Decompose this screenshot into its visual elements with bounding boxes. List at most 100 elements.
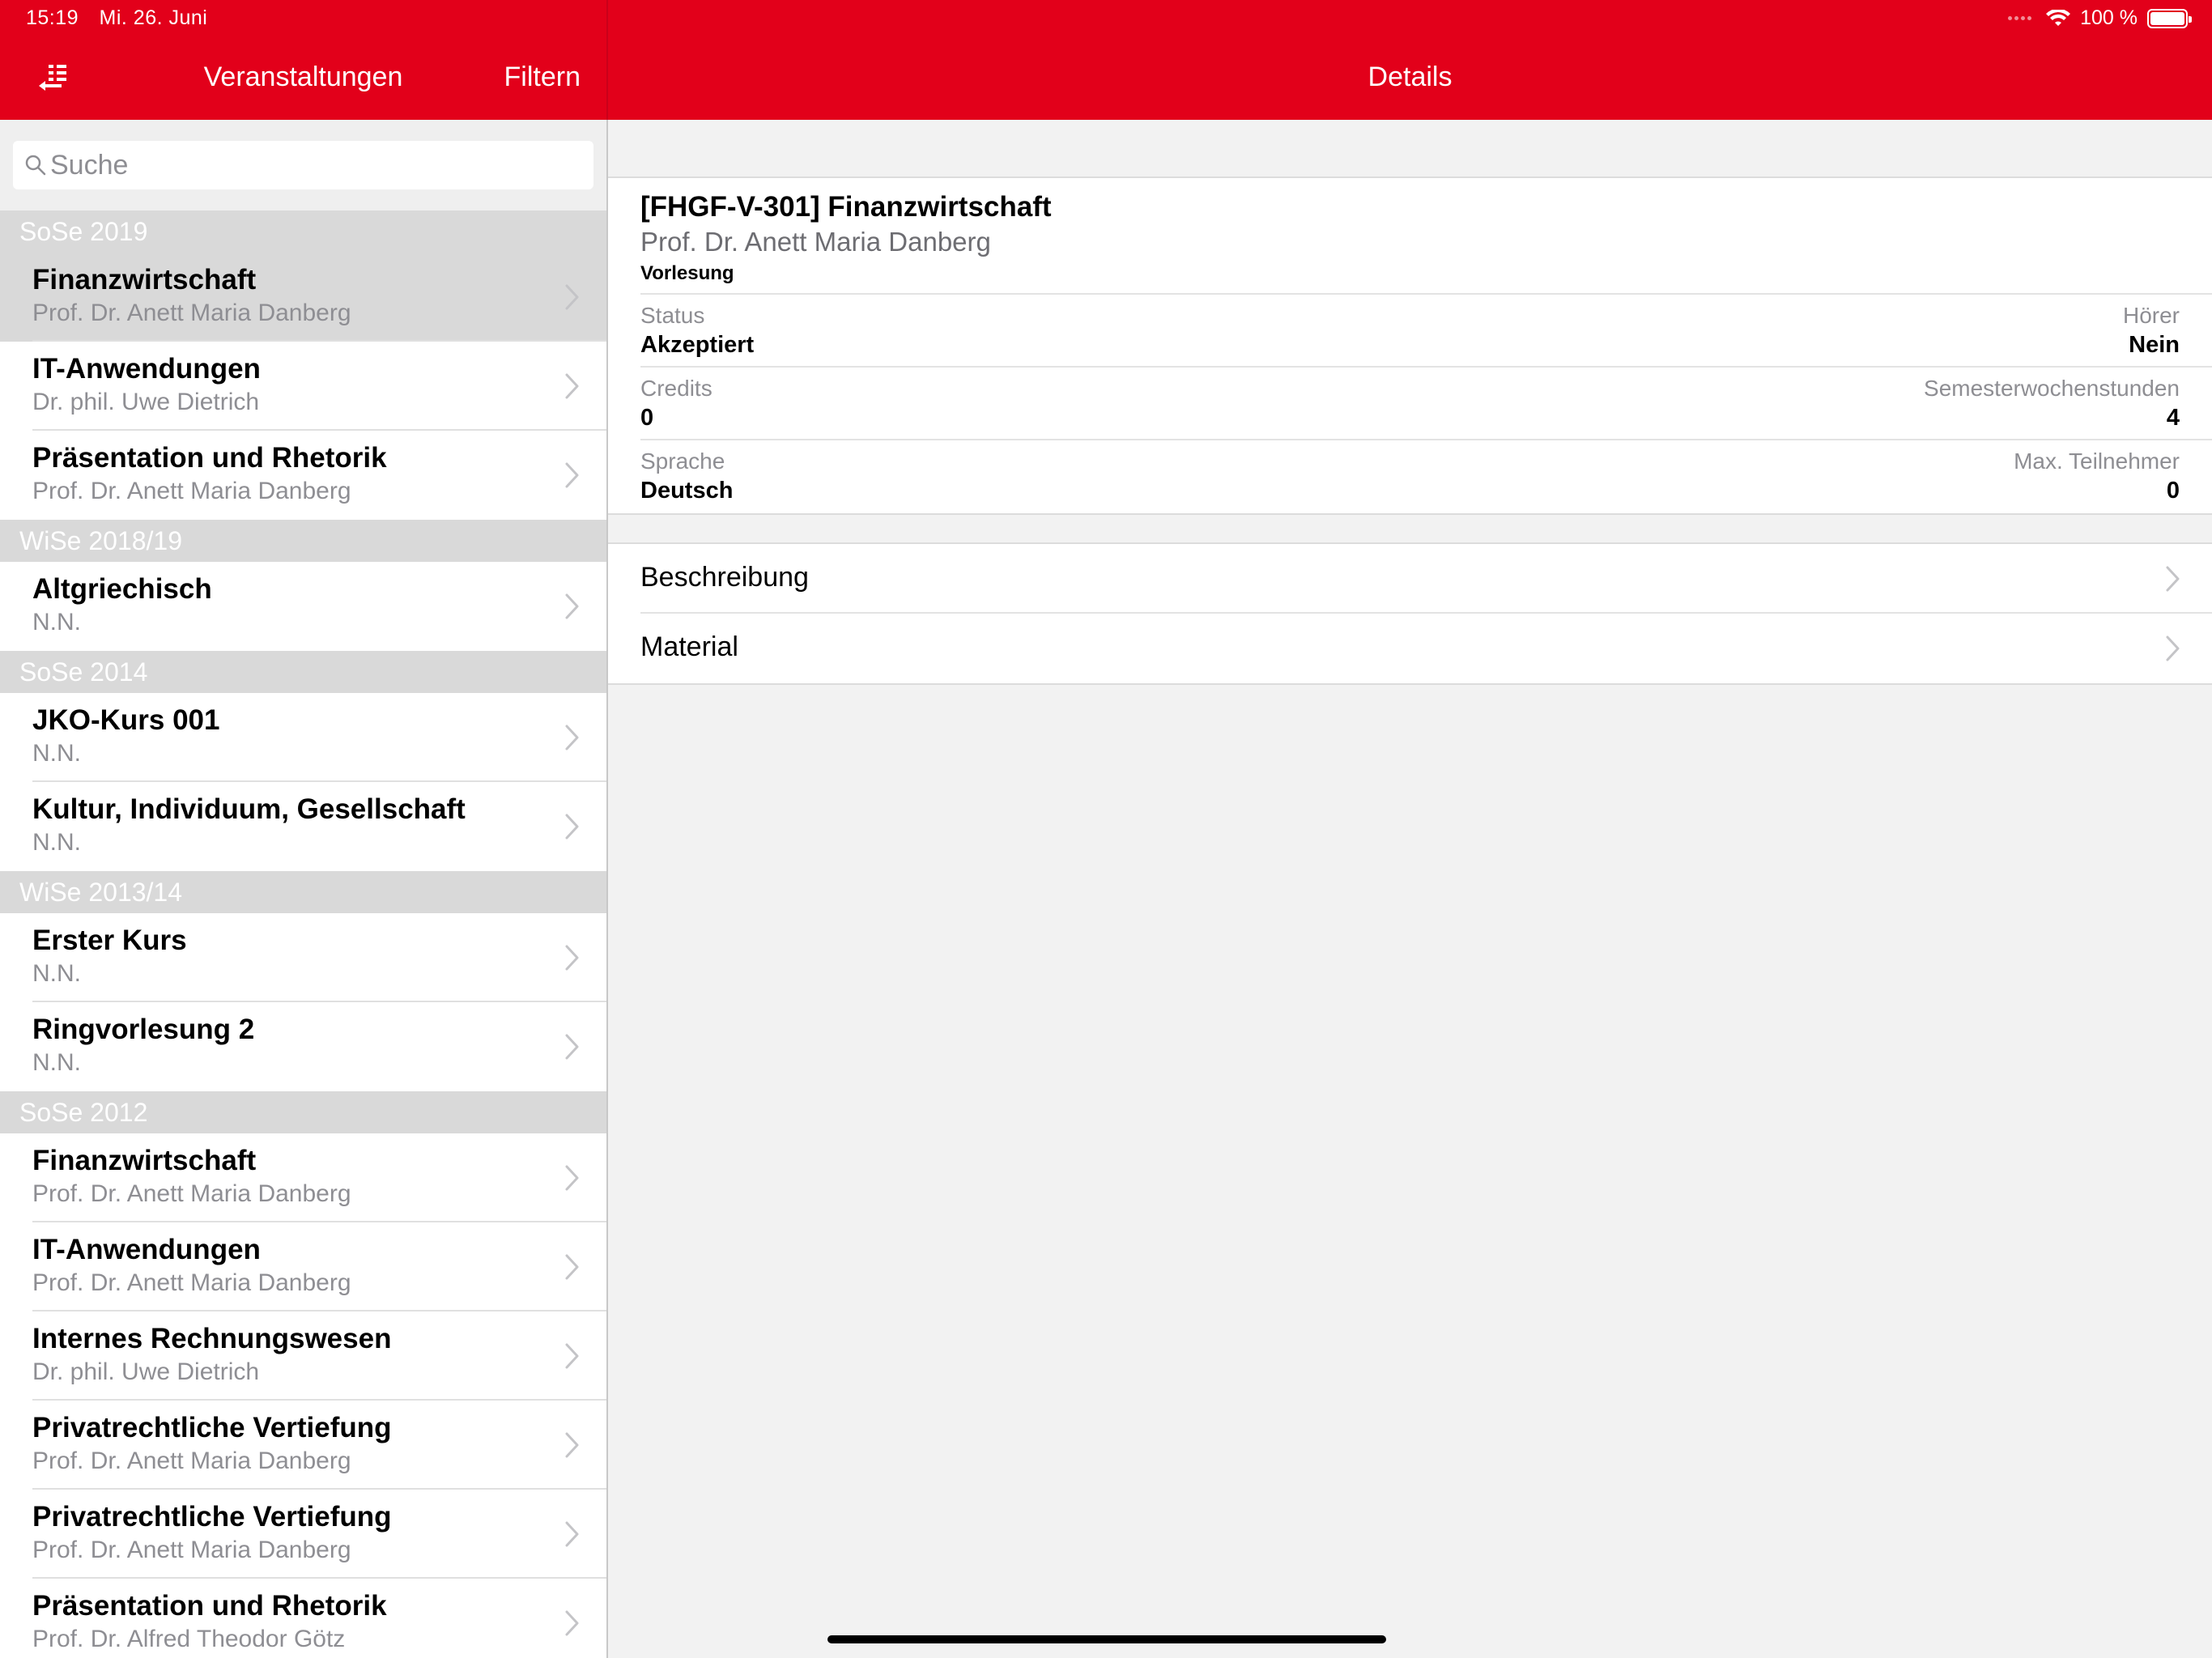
course-list-item[interactable]: Finanzwirtschaft Prof. Dr. Anett Maria Da… [0,1133,606,1222]
chevron-right-icon [564,1164,581,1192]
course-item-title: Privatrechtliche Vertiefung [32,1501,392,1533]
wifi-icon [2046,9,2071,26]
search-input[interactable] [50,149,576,181]
list-back-icon[interactable] [36,62,73,94]
status-bar-left: 15:19 Mi. 26. Juni [26,6,222,30]
chevron-right-icon [564,1253,581,1281]
chevron-right-icon [564,372,581,400]
course-lecturer: Prof. Dr. Anett Maria Danberg [640,227,991,257]
course-list-item[interactable]: Erster Kurs N.N. [0,913,606,1002]
chevron-right-icon [564,593,581,620]
course-list-item[interactable]: IT-Anwendungen Prof. Dr. Anett Maria Danb… [0,1222,606,1312]
field-value: Nein [2129,332,2180,358]
chevron-right-icon [564,1431,581,1459]
course-list-item[interactable]: Internes Rechnungswesen Dr. phil. Uwe Die… [0,1312,606,1401]
field-label: Hörer [2122,303,2180,328]
detail-field-right: Semesterwochenstunden 4 [1924,376,2180,432]
course-list-item[interactable]: Ringvorlesung 2 N.N. [0,1002,606,1091]
field-value: Akzeptiert [640,332,755,358]
multitasking-dots-icon [2008,16,2032,20]
battery-percentage: 100 % [2080,6,2138,29]
chevron-right-icon [2165,635,2181,662]
detail-field-row: Status Akzeptiert Hörer Nein [640,295,2212,368]
status-time: 15:19 [26,6,79,29]
course-item-lecturer: Prof. Dr. Anett Maria Danberg [32,300,351,326]
course-item-title: IT-Anwendungen [32,1234,261,1265]
link-label: Beschreibung [640,562,809,593]
detail-title: Details [1368,62,1453,92]
course-item-title: IT-Anwendungen [32,353,261,385]
section-header: SoSe 2019 [0,210,606,253]
course-item-lecturer: Prof. Dr. Anett Maria Danberg [32,1537,351,1563]
chevron-right-icon [564,1609,581,1637]
course-item-lecturer: Prof. Dr. Anett Maria Danberg [32,1269,351,1296]
detail-field-row: Credits 0 Semesterwochenstunden 4 [640,368,2212,440]
course-list-item[interactable]: Präsentation und Rhetorik Prof. Dr. Alfre… [0,1579,606,1658]
course-item-title: Internes Rechnungswesen [32,1323,392,1354]
detail-link-material[interactable]: Material [640,614,2212,683]
course-item-lecturer: N.N. [32,740,81,767]
chevron-right-icon [564,813,581,840]
search-box[interactable] [13,141,593,189]
home-indicator[interactable] [827,1635,1386,1643]
detail-field-right: Hörer Nein [2123,303,2180,359]
chevron-right-icon [564,1342,581,1370]
course-item-title: Erster Kurs [32,925,187,956]
field-label: Credits [640,376,713,401]
course-list-item[interactable]: JKO-Kurs 001 N.N. [0,693,606,782]
field-label: Sprache [640,449,725,474]
detail-field-left: Status Akzeptiert [640,303,754,359]
chevron-right-icon [564,283,581,311]
course-list-pane: SoSe 2019 Finanzwirtschaft Prof. Dr. Anett… [0,120,606,1658]
field-value: 0 [640,405,654,431]
course-item-lecturer: N.N. [32,609,81,636]
course-title: [FHGF-V-301] Finanzwirtschaft [640,191,1052,223]
course-detail-card: [FHGF-V-301] Finanzwirtschaft Prof. Dr. … [608,176,2212,515]
chevron-right-icon [564,944,581,971]
course-list: SoSe 2019 Finanzwirtschaft Prof. Dr. Anett… [0,210,606,1658]
left-navigation-bar: Veranstaltungen Filtern [0,40,606,120]
course-item-title: Präsentation und Rhetorik [32,1590,387,1622]
course-list-item[interactable]: Finanzwirtschaft Prof. Dr. Anett Maria Da… [0,253,606,342]
chevron-right-icon [2165,565,2181,593]
filter-button[interactable]: Filtern [504,62,581,93]
field-label: Semesterwochenstunden [1924,376,2180,401]
course-item-lecturer: Dr. phil. Uwe Dietrich [32,389,260,415]
course-list-item[interactable]: IT-Anwendungen Dr. phil. Uwe Dietrich [0,342,606,431]
detail-field-left: Sprache Deutsch [640,449,733,504]
course-item-title: Finanzwirtschaft [32,264,257,295]
search-icon [25,155,46,176]
course-item-title: Kultur, Individuum, Gesellschaft [32,793,466,825]
course-list-item[interactable]: Präsentation und Rhetorik Prof. Dr. Anett… [0,431,606,520]
section-header: SoSe 2012 [0,1091,606,1133]
course-list-item[interactable]: Privatrechtliche Vertiefung Prof. Dr. Ane… [0,1401,606,1490]
course-list-item[interactable]: Kultur, Individuum, Gesellschaft N.N. [0,782,606,871]
detail-field-right: Max. Teilnehmer 0 [2014,449,2180,504]
course-item-lecturer: Prof. Dr. Anett Maria Danberg [32,1448,351,1474]
field-label: Status [640,303,705,328]
field-value: 4 [2166,405,2180,431]
course-item-lecturer: N.N. [32,1049,81,1076]
link-label: Material [640,631,738,662]
course-item-title: Finanzwirtschaft [32,1145,257,1176]
course-item-lecturer: N.N. [32,829,81,856]
field-label: Max. Teilnehmer [2014,449,2180,474]
top-bar: 15:19 Mi. 26. Juni 100 % Veranstaltungen… [0,0,2212,120]
detail-links: Beschreibung Material [608,542,2212,685]
course-list-item[interactable]: Altgriechisch N.N. [0,562,606,651]
section-header: WiSe 2013/14 [0,871,606,913]
course-item-lecturer: N.N. [32,960,81,987]
course-type: Vorlesung [640,262,734,284]
course-item-lecturer: Prof. Dr. Alfred Theodor Götz [32,1626,346,1652]
chevron-right-icon [564,1033,581,1061]
course-item-title: Ringvorlesung 2 [32,1014,255,1045]
section-header: SoSe 2014 [0,651,606,693]
nav-split-divider [606,0,608,120]
course-item-lecturer: Prof. Dr. Anett Maria Danberg [32,478,351,504]
course-list-item[interactable]: Privatrechtliche Vertiefung Prof. Dr. Ane… [0,1490,606,1579]
status-bar-right: 100 % [2008,6,2192,30]
course-item-lecturer: Dr. phil. Uwe Dietrich [32,1358,260,1385]
detail-link-description[interactable]: Beschreibung [640,544,2212,614]
field-value: Deutsch [640,478,734,504]
course-item-lecturer: Prof. Dr. Anett Maria Danberg [32,1180,351,1207]
